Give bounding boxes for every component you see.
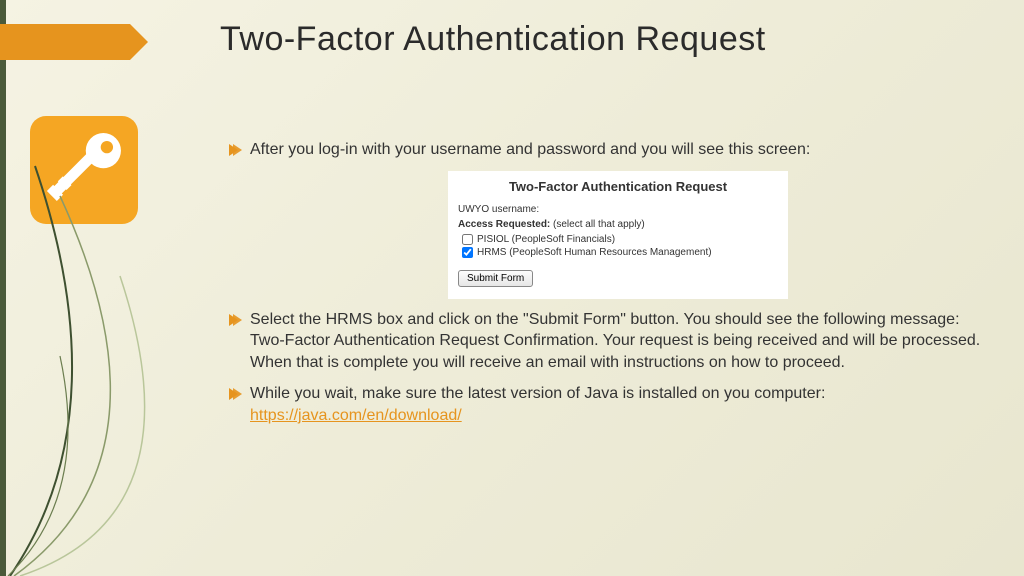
username-label: UWYO username:: [458, 204, 778, 215]
screenshot-title: Two-Factor Authentication Request: [458, 179, 778, 194]
bullet-list: After you log-in with your username and …: [228, 139, 994, 427]
bullet-item: While you wait, make sure the latest ver…: [228, 383, 994, 426]
orange-arrow-accent: [0, 24, 130, 60]
slide-content: Two-Factor Authentication Request After …: [220, 20, 994, 437]
embedded-screenshot: Two-Factor Authentication Request UWYO u…: [448, 171, 788, 299]
slide-title: Two-Factor Authentication Request: [220, 20, 994, 59]
access-requested-label: Access Requested: (select all that apply…: [458, 219, 778, 230]
option-pisiol[interactable]: PISIOL (PeopleSoft Financials): [462, 234, 778, 245]
option-hrms[interactable]: HRMS (PeopleSoft Human Resources Managem…: [462, 247, 778, 258]
bullet-text: After you log-in with your username and …: [250, 141, 810, 158]
left-accent-bar: [0, 0, 6, 576]
java-download-link[interactable]: https://java.com/en/download/: [250, 407, 462, 424]
bullet-item: Select the HRMS box and click on the "Su…: [228, 309, 994, 374]
key-icon: [40, 126, 128, 214]
bullet-text: While you wait, make sure the latest ver…: [250, 385, 825, 424]
pisiol-checkbox[interactable]: [462, 234, 473, 245]
hrms-label: HRMS (PeopleSoft Human Resources Managem…: [477, 247, 712, 258]
bullet-arrow-icon: [228, 387, 242, 401]
bullet-arrow-icon: [228, 143, 242, 157]
submit-form-button[interactable]: Submit Form: [458, 270, 533, 287]
bullet-arrow-icon: [228, 313, 242, 327]
pisiol-label: PISIOL (PeopleSoft Financials): [477, 234, 615, 245]
key-icon-badge: [30, 116, 138, 224]
bullet-text: Select the HRMS box and click on the "Su…: [250, 311, 980, 371]
hrms-checkbox[interactable]: [462, 247, 473, 258]
bullet-item: After you log-in with your username and …: [228, 139, 994, 161]
